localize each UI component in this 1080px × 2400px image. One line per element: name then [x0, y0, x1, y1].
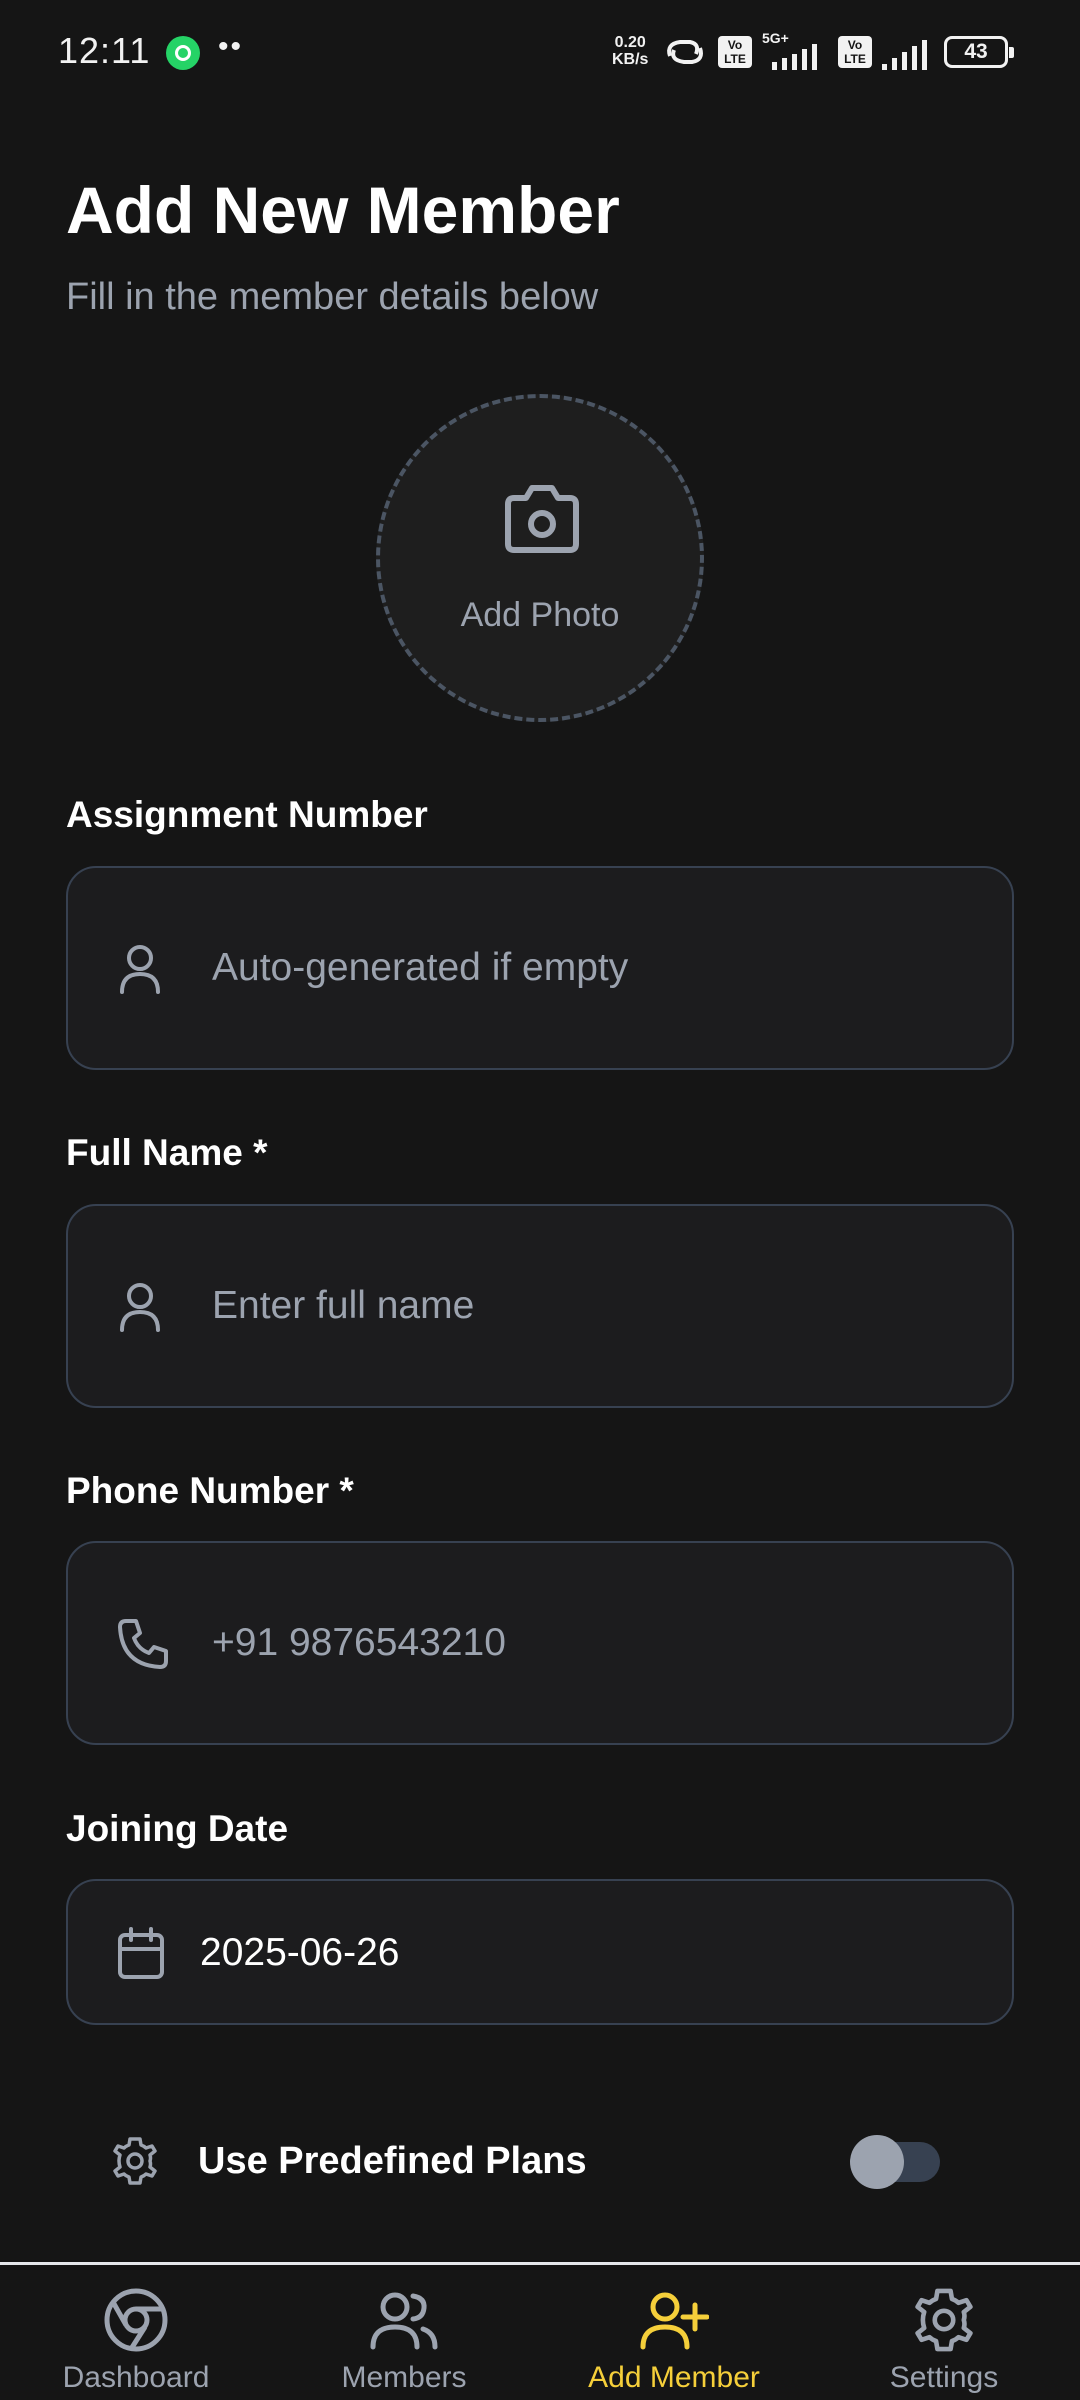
add-photo-button[interactable]: Add Photo	[376, 394, 704, 722]
nav-item-add-member[interactable]: Add Member	[572, 2265, 776, 2400]
network-speed: 0.20 KB/s	[612, 34, 648, 68]
assignment-number-field[interactable]: Auto-generated if empty	[66, 866, 1014, 1070]
nav-label-dashboard: Dashboard	[62, 2361, 210, 2394]
notification-dots: ••	[218, 30, 244, 63]
nav-item-dashboard[interactable]: Dashboard	[36, 2265, 236, 2400]
status-time: 12:11	[58, 30, 151, 71]
predefined-plans-label: Use Predefined Plans	[198, 2140, 587, 2182]
assignment-number-label: Assignment Number	[66, 794, 428, 835]
predefined-plans-row: Use Predefined Plans	[66, 2090, 1014, 2236]
bottom-navigation: Dashboard Members Add Member Settings	[0, 2262, 1080, 2400]
volte-badge-2: Vo LTE	[838, 36, 872, 68]
nav-label-members: Members	[341, 2361, 467, 2394]
add-member-screen: 12:11 •• 0.20 KB/s Vo LTE 5G+ Vo LTE 43	[0, 0, 1080, 2400]
volte-badge-1: Vo LTE	[718, 36, 752, 68]
calendar-icon	[118, 1927, 164, 1979]
network-speed-value: 0.20	[614, 34, 646, 51]
page-subtitle: Fill in the member details below	[66, 276, 599, 318]
user-plus-icon	[640, 2292, 709, 2350]
users-icon	[370, 2292, 438, 2350]
phone-icon	[118, 1619, 168, 1669]
joining-date-label: Joining Date	[66, 1808, 289, 1849]
battery-indicator: 43	[944, 36, 1014, 68]
phone-number-placeholder: +91 9876543210	[212, 1621, 506, 1664]
full-name-label: Full Name *	[66, 1132, 268, 1173]
add-photo-label: Add Photo	[460, 596, 620, 634]
signal-strength-icon-1	[772, 44, 817, 70]
person-icon	[120, 945, 160, 994]
phone-number-field[interactable]: +91 9876543210	[66, 1541, 1014, 1745]
status-bar: 12:11 •• 0.20 KB/s Vo LTE 5G+ Vo LTE 43	[0, 0, 1080, 104]
signal-strength-icon-2	[882, 40, 927, 70]
full-name-field[interactable]: Enter full name	[66, 1204, 1014, 1408]
nav-item-members[interactable]: Members	[304, 2265, 504, 2400]
toggle-knob	[850, 2135, 904, 2189]
page-title: Add New Member	[66, 173, 620, 247]
nav-label-add-member: Add Member	[588, 2361, 760, 2394]
network-speed-unit: KB/s	[612, 51, 649, 68]
whatsapp-icon	[166, 36, 200, 70]
gear-icon	[113, 2137, 157, 2185]
nav-label-settings: Settings	[889, 2361, 999, 2394]
assignment-number-placeholder: Auto-generated if empty	[212, 946, 629, 989]
joining-date-field[interactable]: 2025-06-26	[66, 1879, 1014, 2025]
predefined-plans-toggle[interactable]	[850, 2135, 940, 2189]
phone-number-label: Phone Number *	[66, 1470, 354, 1511]
hotspot-link-icon	[667, 40, 703, 64]
camera-icon	[505, 485, 579, 553]
full-name-placeholder: Enter full name	[212, 1284, 475, 1327]
nav-item-settings[interactable]: Settings	[844, 2265, 1044, 2400]
gear-icon	[915, 2288, 973, 2352]
joining-date-value: 2025-06-26	[200, 1931, 400, 1974]
chrome-icon	[104, 2288, 168, 2352]
person-icon	[120, 1283, 160, 1332]
